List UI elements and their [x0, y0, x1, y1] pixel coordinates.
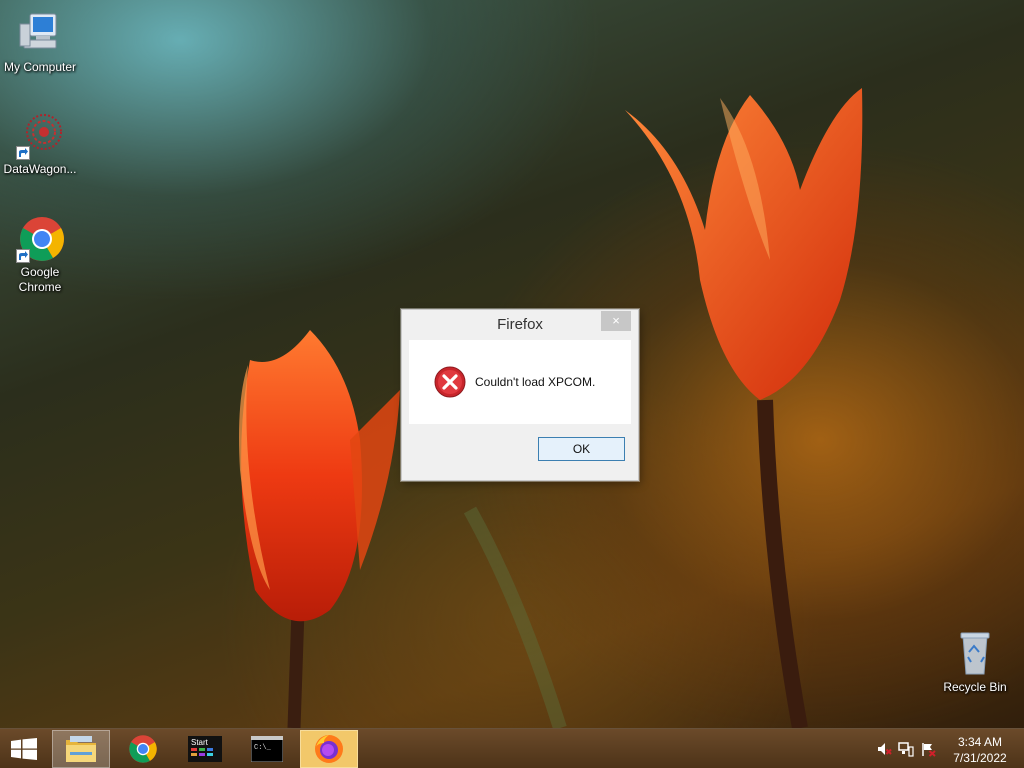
- file-explorer-icon: [66, 736, 96, 762]
- chrome-icon: [129, 735, 157, 763]
- windows-logo-icon: [11, 738, 37, 760]
- ok-button[interactable]: OK: [538, 437, 625, 461]
- shortcut-arrow-icon: [16, 249, 30, 263]
- shortcut-arrow-icon: [16, 146, 30, 160]
- desktop-icon-recycle-bin[interactable]: Recycle Bin: [935, 630, 1015, 695]
- chrome-icon: [16, 215, 64, 263]
- desktop-icon-label: Google Chrome: [18, 265, 62, 294]
- start-button[interactable]: [0, 729, 48, 768]
- computer-icon: [16, 10, 64, 58]
- dialog-message: Couldn't load XPCOM.: [475, 375, 596, 389]
- error-dialog: Firefox × Couldn't load XPCOM. OK: [401, 309, 639, 481]
- taskbar-firefox[interactable]: [300, 730, 358, 768]
- taskbar-command-prompt[interactable]: C:\_: [238, 730, 296, 768]
- desktop-icon-google-chrome[interactable]: Google Chrome: [0, 215, 80, 295]
- recycle-bin-icon: [951, 630, 999, 678]
- desktop-icon-label: Recycle Bin: [943, 680, 1007, 694]
- action-center-flag-icon[interactable]: [920, 741, 936, 757]
- dialog-footer: OK: [402, 424, 638, 480]
- taskbar-start-tiles[interactable]: Start: [176, 730, 234, 768]
- desktop-icon-label: My Computer: [3, 60, 77, 74]
- system-tray: 3:34 AM 7/31/2022: [864, 729, 1024, 768]
- command-prompt-label: C:\_: [254, 744, 272, 752]
- datawagon-icon: [16, 112, 64, 160]
- taskbar-chrome[interactable]: [114, 730, 172, 768]
- close-button[interactable]: ×: [601, 311, 631, 331]
- network-icon[interactable]: [898, 741, 914, 757]
- start-tiles-icon: Start: [188, 736, 222, 762]
- tray-clock[interactable]: 3:34 AM 7/31/2022: [950, 734, 1010, 766]
- clock-time: 3:34 AM: [957, 735, 1003, 749]
- error-icon: [434, 366, 466, 398]
- dialog-body: Couldn't load XPCOM.: [409, 340, 631, 424]
- command-prompt-icon: C:\_: [251, 736, 283, 762]
- start-tiles-label: Start: [191, 738, 209, 747]
- desktop-icon-my-computer[interactable]: My Computer: [0, 10, 80, 75]
- clock-date: 7/31/2022: [953, 751, 1007, 765]
- desktop-icon-label: DataWagon...: [3, 162, 77, 176]
- firefox-icon: [315, 735, 343, 763]
- taskbar-file-explorer[interactable]: [52, 730, 110, 768]
- volume-muted-icon[interactable]: [876, 741, 892, 757]
- desktop-icon-datawagon[interactable]: DataWagon...: [0, 112, 80, 177]
- taskbar: Start C:\_ 3:34 AM 7/31/2022: [0, 728, 1024, 768]
